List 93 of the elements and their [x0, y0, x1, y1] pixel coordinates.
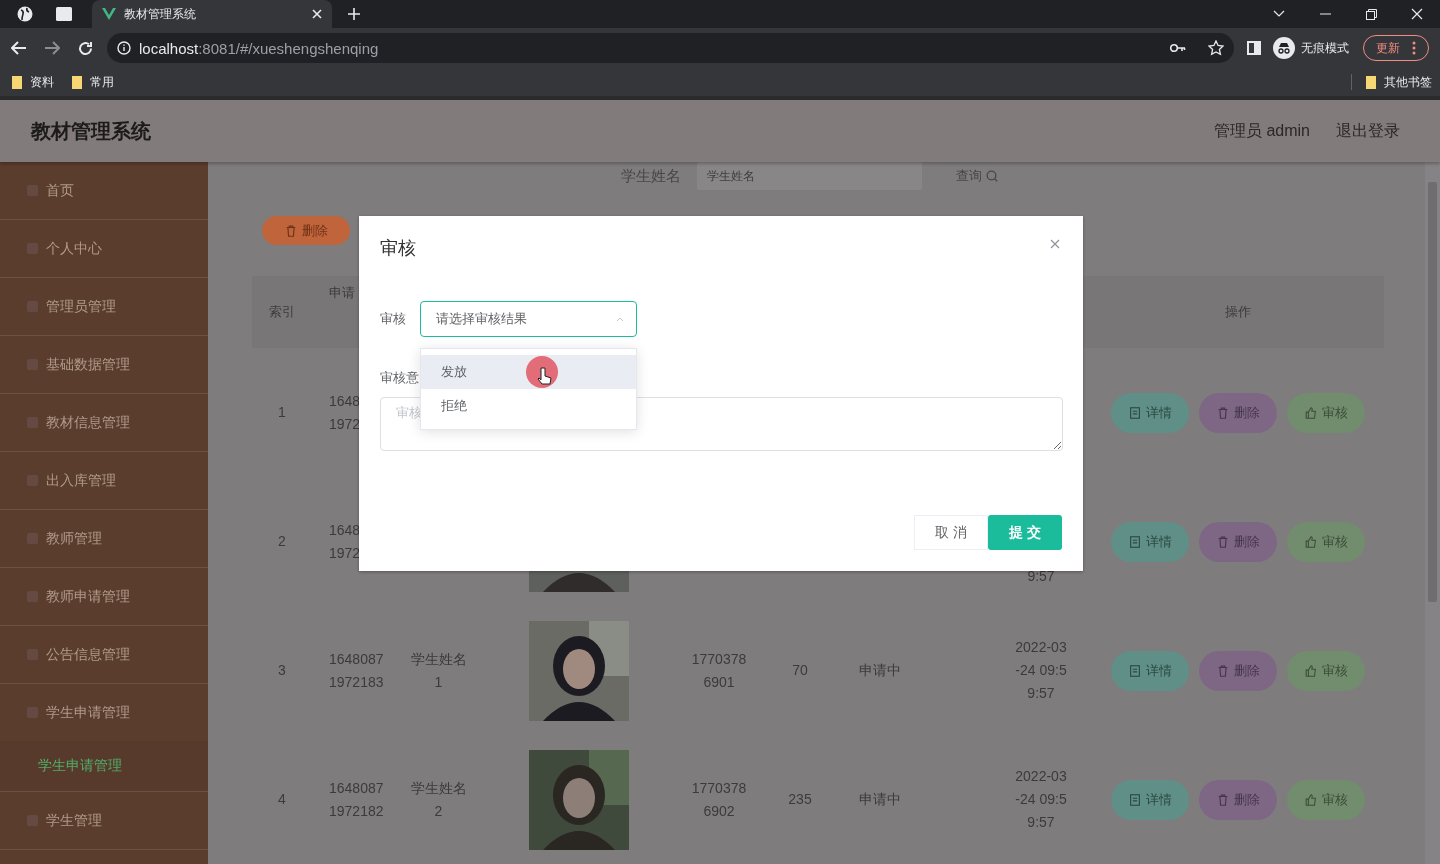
table-cell-text: 申请中 — [859, 661, 901, 680]
restore-icon[interactable] — [1365, 8, 1377, 20]
table-cell-text: 1648087 1972182 — [329, 778, 384, 821]
browser-tab[interactable]: 教材管理系统 — [92, 0, 332, 28]
document-icon — [1128, 534, 1142, 549]
field-label: 审核意 — [380, 370, 419, 385]
sidebar-item[interactable]: 教师管理 — [0, 510, 208, 567]
table-cell-text: 1648 1972 — [329, 520, 361, 563]
logout-link[interactable]: 退出登录 — [1336, 120, 1400, 142]
table-cell-text: 9:57 — [1027, 567, 1055, 586]
table-cell-text: 学生姓名 2 — [410, 778, 467, 821]
submenu-item[interactable]: 学生申请管理 — [0, 741, 208, 791]
bookmark[interactable]: 资料 — [30, 73, 54, 91]
review-button[interactable]: 审核 — [1287, 650, 1365, 691]
table-cell-text: 1648 1972 — [329, 391, 361, 434]
table-cell-text: 申请中 — [859, 790, 901, 809]
review-button[interactable]: 审核 — [1287, 779, 1365, 820]
table-cell-text: 2022-03 -24 09:5 9:57 — [1015, 638, 1067, 703]
info-icon — [117, 41, 131, 55]
review-button[interactable]: 审核 — [1287, 521, 1365, 562]
back-icon[interactable] — [11, 41, 27, 55]
sidebar-item[interactable]: 出入库管理 — [0, 452, 208, 509]
search-icon — [985, 170, 998, 182]
table-cell-text: 学生姓名 1 — [410, 649, 467, 692]
bookmark[interactable]: 其他书签 — [1384, 73, 1432, 91]
table-cell-text: 4 — [278, 790, 286, 809]
caret-icon — [616, 316, 624, 322]
star-icon[interactable] — [1208, 40, 1224, 56]
document-icon — [1128, 405, 1142, 420]
detail-button[interactable]: 详情 — [1111, 392, 1189, 433]
select-field[interactable]: 请选择审核结果 — [420, 301, 637, 337]
reload-icon[interactable] — [78, 40, 93, 56]
incognito-icon[interactable] — [1273, 37, 1295, 59]
bookmark[interactable]: 常用 — [90, 73, 114, 91]
forward-icon[interactable] — [44, 41, 60, 55]
table-cell-text: 70 — [792, 661, 808, 680]
table-cell-text: 1648087 1972183 — [329, 649, 384, 692]
address-bar[interactable]: localhost:8081/#/xueshengshenqing — [107, 33, 1234, 63]
thumb-icon — [1304, 663, 1318, 678]
sidebar-item[interactable]: 管理员管理 — [0, 278, 208, 335]
url-path: :8081/#/xueshengshenqing — [198, 39, 379, 57]
delete-button[interactable]: 删除 — [262, 216, 350, 245]
profile-label: 无痕模式 — [1301, 39, 1349, 57]
thumb-icon — [1304, 534, 1318, 549]
thumb-icon — [1304, 792, 1318, 807]
sidebar-item[interactable]: 基础数据管理 — [0, 336, 208, 393]
folder-icon[interactable] — [72, 75, 82, 89]
sidebar-item[interactable]: 学生申请管理 — [0, 684, 208, 741]
key-icon[interactable] — [1170, 43, 1186, 53]
folder-icon[interactable] — [1366, 75, 1376, 89]
review-button[interactable]: 审核 — [1287, 392, 1365, 433]
table-cell-text: 235 — [788, 790, 812, 809]
sidebar-item[interactable]: 学生管理 — [0, 792, 208, 849]
thumb-icon — [1304, 405, 1318, 420]
table-cell-text: 3 — [278, 661, 286, 680]
more-icon[interactable] — [1412, 41, 1416, 55]
table-cell-text: 2022-03 -24 09:5 9:57 — [1015, 767, 1067, 832]
trash-icon — [1216, 792, 1230, 807]
sidebar-item[interactable]: 公告信息管理 — [0, 626, 208, 683]
plus-icon[interactable] — [347, 7, 361, 21]
table-cell-text: 1770378 6901 — [691, 649, 747, 692]
trash-icon — [284, 223, 298, 238]
side-panel-icon[interactable] — [1247, 41, 1261, 55]
sidebar-item[interactable]: 教师申请管理 — [0, 568, 208, 625]
app-title: 教材管理系统 — [31, 118, 152, 144]
trash-icon — [1216, 534, 1230, 549]
detail-button[interactable]: 详情 — [1111, 521, 1189, 562]
submit-button[interactable]: 提 交 — [988, 515, 1062, 550]
field-label: 审核 — [380, 310, 407, 328]
minimize-icon[interactable] — [1319, 13, 1331, 15]
document-icon — [1128, 792, 1142, 807]
table-cell-text: 1770378 6902 — [691, 778, 747, 821]
table-cell-text: 2 — [278, 532, 286, 551]
sidebar-item[interactable]: 首页 — [0, 162, 208, 219]
user-label: 管理员 admin — [1213, 120, 1310, 141]
globe-icon[interactable] — [17, 6, 33, 22]
url-host: localhost — [139, 39, 199, 57]
trash-icon — [1216, 663, 1230, 678]
sidebar-item[interactable]: 教材信息管理 — [0, 394, 208, 451]
table-cell-text: 1 — [278, 403, 286, 422]
document-icon — [1128, 663, 1142, 678]
search-label: 学生姓名 — [620, 166, 681, 186]
trash-icon — [1216, 405, 1230, 420]
v-logo-icon — [102, 8, 116, 20]
dialog-title: 审核 — [380, 237, 417, 260]
cancel-button[interactable]: 取 消 — [914, 515, 988, 550]
detail-button[interactable]: 详情 — [1111, 650, 1189, 691]
chevron-down-icon[interactable] — [1273, 10, 1285, 18]
column-header: 申请 — [329, 284, 355, 302]
search-field[interactable]: 学生姓名 — [696, 162, 922, 190]
sidebar-item[interactable]: 个人中心 — [0, 220, 208, 277]
detail-button[interactable]: 详情 — [1111, 779, 1189, 820]
folder-icon[interactable] — [12, 75, 22, 89]
